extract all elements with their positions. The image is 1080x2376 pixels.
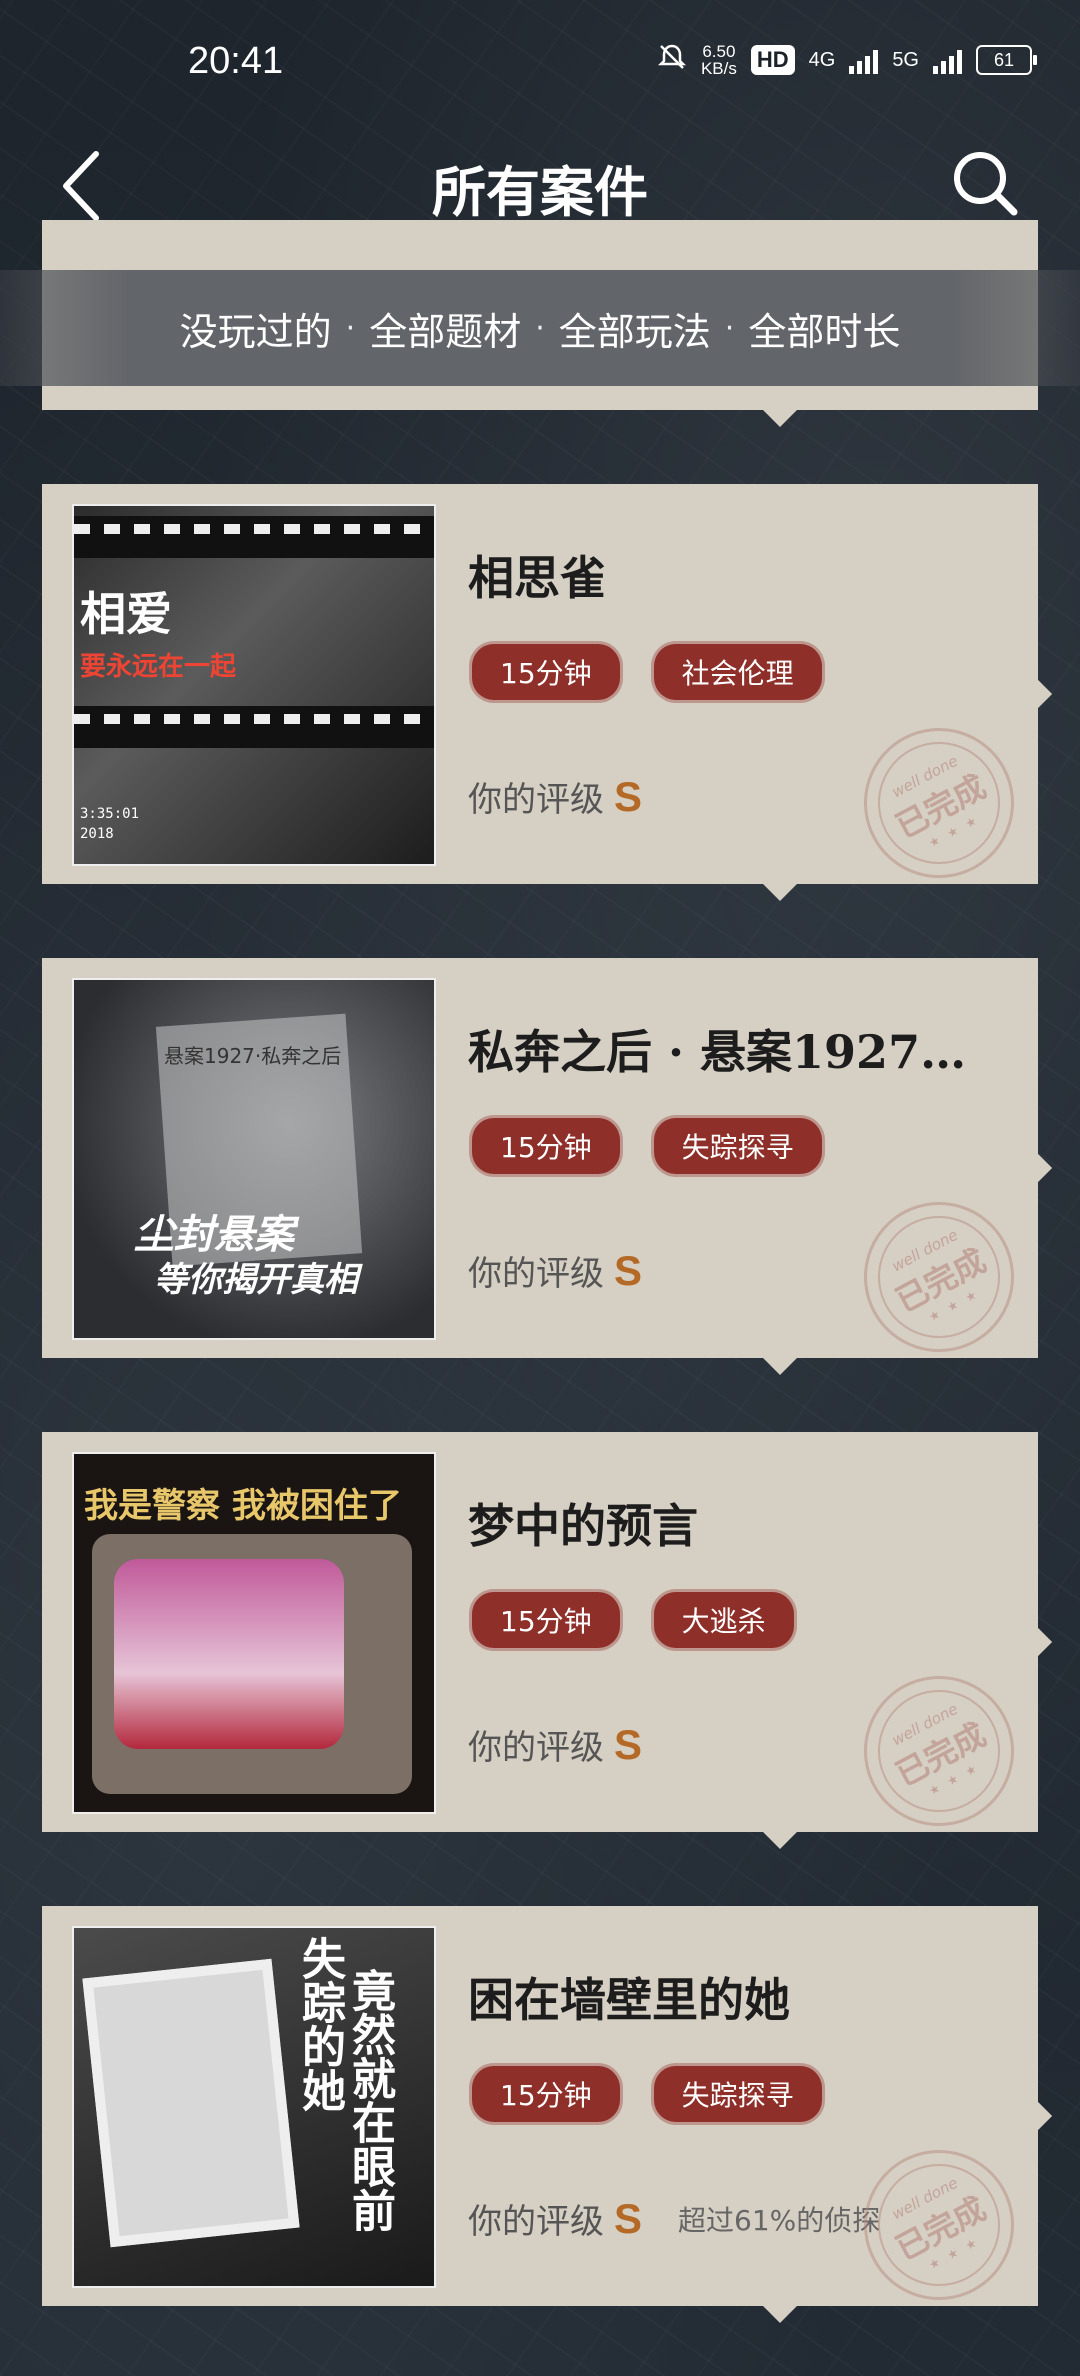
genre-tag: 社会伦理 [653, 644, 822, 700]
hd-badge: HD [750, 45, 795, 75]
rating: 你的评级 S [468, 1246, 642, 1295]
signal-icon [849, 46, 879, 74]
case-card[interactable]: 相爱 要永远在一起 3:35:01 2018 相思雀 15分钟 社会伦理 你的评… [42, 484, 1053, 905]
status-time: 20:41 [188, 40, 284, 82]
rating-label: 你的评级 [468, 780, 604, 820]
duration-tag: 15分钟 [472, 2066, 620, 2122]
rating-grade: S [614, 1246, 643, 1294]
film-strip [74, 516, 434, 558]
rating-label: 你的评级 [468, 1728, 604, 1768]
genre-tag: 失踪探寻 [653, 2066, 822, 2122]
thumb-text: 相爱 [80, 587, 172, 641]
net-speed-unit: KB/s [700, 59, 737, 78]
battery-icon: 61 [976, 45, 1037, 75]
mute-bell-icon [657, 42, 687, 78]
case-title: 相思雀 [468, 551, 606, 605]
case-card[interactable]: 失踪的她 竟然就在眼前 困在墙壁里的她 15分钟 失踪探寻 你的评级 S 超过6… [42, 1906, 1053, 2327]
genre-tag: 失踪探寻 [653, 1118, 822, 1174]
photo-frame [82, 1958, 300, 2248]
filter-separator: · [724, 310, 735, 346]
net-speed-value: 6.50 [702, 42, 736, 61]
case-card[interactable]: 悬案1927·私奔之后 尘封悬案 等你揭开真相 私奔之后 · 悬案1927… 1… [42, 958, 1053, 1379]
battery-level: 61 [993, 49, 1015, 70]
network-speed: 6.50 KB/s [701, 43, 737, 77]
rating: 你的评级 S [468, 1720, 642, 1769]
duration-tag: 15分钟 [472, 1118, 620, 1174]
completed-stamp-icon: well done 已完成 ★ ★ ★ [837, 1175, 1041, 1379]
rating-grade: S [614, 772, 643, 820]
tv-screen [114, 1559, 344, 1749]
case-thumbnail: 相爱 要永远在一起 3:35:01 2018 [72, 504, 436, 866]
genre-tag: 大逃杀 [653, 1592, 794, 1648]
case-tags: 15分钟 失踪探寻 [472, 2066, 822, 2122]
rating: 你的评级 S [468, 772, 642, 821]
signal-icon [933, 46, 962, 74]
case-title: 梦中的预言 [468, 1499, 698, 1553]
thumb-text: 竟然就在眼前 [344, 1968, 395, 2232]
case-thumbnail: 我是警察 我被困住了 [72, 1452, 436, 1814]
case-card[interactable]: 我是警察 我被困住了 梦中的预言 15分钟 大逃杀 你的评级 S well do… [42, 1432, 1053, 1853]
film-strip [74, 706, 434, 748]
case-tags: 15分钟 大逃杀 [472, 1592, 794, 1648]
case-thumbnail: 失踪的她 竟然就在眼前 [72, 1926, 436, 2288]
rating: 你的评级 S 超过61%的侦探 [468, 2194, 880, 2243]
filter-separator: · [345, 310, 356, 346]
search-button[interactable] [950, 148, 1020, 218]
filter-bar: 没玩过的 · 全部题材 · 全部玩法 · 全部时长 [0, 270, 1080, 386]
duration-tag: 15分钟 [472, 1592, 620, 1648]
thumb-text: 3:35:01 [80, 806, 140, 822]
rating-grade: S [614, 1720, 643, 1768]
rank-percent: 超过61%的侦探 [678, 2203, 881, 2237]
case-tags: 15分钟 失踪探寻 [472, 1118, 822, 1174]
completed-stamp-icon: well done 已完成 ★ ★ ★ [837, 2123, 1041, 2327]
thumb-text: 等你揭开真相 [154, 1260, 358, 1300]
filter-duration[interactable]: 全部时长 [748, 301, 900, 356]
network-4g-label: 4G [808, 48, 836, 71]
thumb-text: 悬案1927·私奔之后 [164, 1044, 342, 1068]
duration-tag: 15分钟 [472, 644, 620, 700]
page-title: 所有案件 [432, 160, 648, 224]
filter-separator: · [535, 310, 545, 346]
thumb-text: 要永远在一起 [80, 652, 237, 682]
case-tags: 15分钟 社会伦理 [472, 644, 822, 700]
thumb-text: 失踪的她 [294, 1936, 345, 2112]
thumb-text: 我是警察 我被困住了 [84, 1486, 402, 1526]
status-icons: 6.50 KB/s HD 4G 5G 61 [657, 42, 1037, 78]
completed-stamp-icon: well done 已完成 ★ ★ ★ [837, 701, 1041, 905]
completed-stamp-icon: well done 已完成 ★ ★ ★ [837, 1649, 1041, 1853]
rating-label: 你的评级 [468, 2202, 604, 2242]
thumb-text: 2018 [80, 826, 114, 842]
case-title: 困在墙壁里的她 [468, 1973, 790, 2027]
case-title: 私奔之后 · 悬案1927… [468, 1025, 967, 1079]
filter-gameplay[interactable]: 全部玩法 [559, 301, 711, 356]
filter-played[interactable]: 没玩过的 [180, 301, 332, 356]
search-icon [954, 152, 1018, 216]
rating-grade: S [614, 2194, 643, 2242]
filter-theme[interactable]: 全部题材 [369, 301, 521, 356]
status-bar: 20:41 6.50 KB/s HD 4G 5G 61 [0, 0, 1080, 100]
case-thumbnail: 悬案1927·私奔之后 尘封悬案 等你揭开真相 [72, 978, 436, 1340]
rating-label: 你的评级 [468, 1254, 604, 1294]
network-5g-label: 5G [892, 48, 919, 71]
